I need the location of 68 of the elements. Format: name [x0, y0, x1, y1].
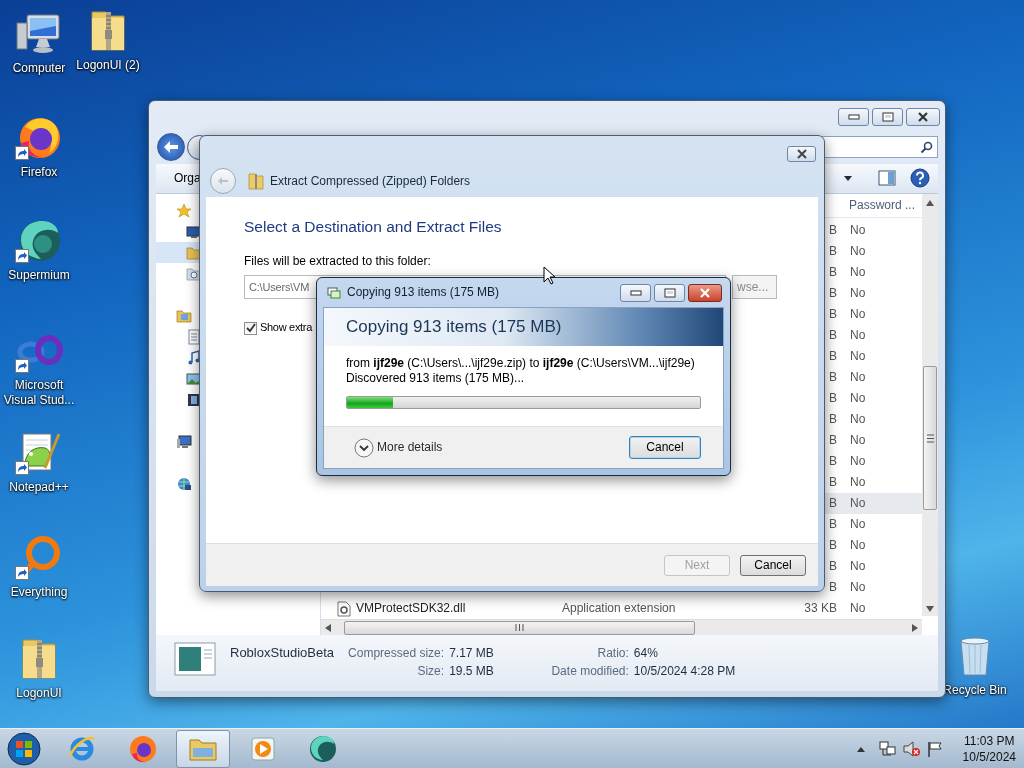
- file-size: B: [829, 580, 837, 595]
- password-text: No: [850, 391, 866, 406]
- dialog-heading: Copying 913 items (175 MB): [346, 316, 562, 338]
- file-size: B: [829, 286, 837, 301]
- file-size: B: [829, 496, 837, 511]
- status-text: Discovered 913 items (175 MB)...: [346, 371, 526, 386]
- password-text: No: [850, 244, 866, 259]
- file-size: B: [829, 454, 837, 469]
- password-text: No: [850, 223, 866, 238]
- file-size: B: [829, 244, 837, 259]
- file-size: B: [829, 517, 837, 532]
- file-size: B: [829, 349, 837, 364]
- file-size: B: [829, 538, 837, 553]
- icon-label: Computer: [12, 61, 66, 76]
- clock-date: 10/5/2024: [962, 748, 1016, 765]
- password-text: No: [850, 265, 866, 280]
- file-size: B: [829, 559, 837, 574]
- dialog-heading: Select a Destination and Extract Files: [244, 217, 503, 237]
- icon-label: Everything: [10, 585, 68, 600]
- file-size: B: [829, 475, 837, 490]
- property-value: 7.17 MB: [449, 646, 494, 662]
- property-value: 10/5/2024 4:28 PM: [633, 664, 736, 680]
- password-text: No: [850, 538, 866, 553]
- password-text: No: [850, 601, 866, 616]
- file-size: 33 KB: [804, 601, 837, 616]
- property-label: Ratio:: [596, 646, 629, 662]
- file-size: B: [829, 412, 837, 427]
- file-size: B: [829, 265, 837, 280]
- password-text: No: [850, 559, 866, 574]
- field-label: Files will be extracted to this folder:: [244, 254, 432, 270]
- file-name: RobloxStudioBeta: [230, 645, 335, 662]
- password-text: No: [850, 307, 866, 322]
- property-label: Size:: [416, 664, 445, 680]
- file-size: B: [829, 328, 837, 343]
- property-value: 19.5 MB: [449, 664, 494, 680]
- password-text: No: [850, 349, 866, 364]
- file-type: Application extension: [562, 601, 676, 616]
- window-title: Copying 913 items (175 MB): [347, 285, 500, 300]
- file-size: B: [829, 223, 837, 238]
- copy-source-text: from ijf29e (C:\Users\...\ijf29e.zip) to ijf29e (C:\Users\VM...\ijf29e): [346, 356, 696, 371]
- file-size: B: [829, 391, 837, 406]
- icon-label: Firefox: [20, 165, 58, 180]
- password-text: No: [850, 496, 866, 511]
- password-text: No: [850, 286, 866, 301]
- password-text: No: [850, 454, 866, 469]
- icon-label: Supermium: [8, 268, 70, 283]
- file-name: VMProtectSDK32.dll: [356, 601, 466, 617]
- clock-time: 11:03 PM: [964, 732, 1015, 749]
- password-text: No: [850, 412, 866, 427]
- file-size: B: [829, 307, 837, 322]
- password-text: No: [850, 580, 866, 595]
- icon-label: Microsoft Visual Stud...: [2, 378, 76, 408]
- password-text: No: [850, 328, 866, 343]
- property-value: 64%: [633, 646, 659, 662]
- icon-label: Notepad++: [9, 480, 69, 495]
- password-text: No: [850, 370, 866, 385]
- property-label: Date modified:: [550, 664, 629, 680]
- icon-label: LogonUI (2): [76, 58, 140, 73]
- dialog-title: Extract Compressed (Zipped) Folders: [270, 173, 471, 189]
- icon-label: Recycle Bin: [943, 683, 1007, 698]
- password-text: No: [850, 517, 866, 532]
- icon-label: LogonUI: [16, 686, 62, 701]
- file-size: B: [829, 433, 837, 448]
- password-text: No: [850, 433, 866, 448]
- property-label: Compressed size:: [348, 646, 445, 662]
- checkbox-label: Show extra: [260, 321, 313, 336]
- file-size: B: [829, 370, 837, 385]
- password-text: No: [850, 475, 866, 490]
